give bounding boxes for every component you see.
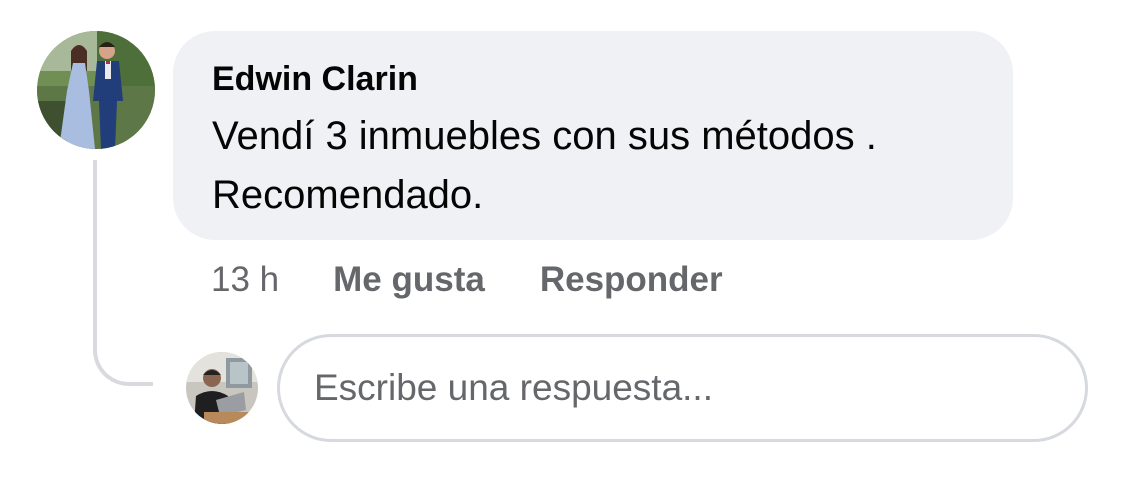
current-user-photo bbox=[186, 352, 258, 424]
comment-bubble: Edwin Clarin Vendí 3 inmuebles con sus m… bbox=[173, 31, 1013, 240]
reply-input-container[interactable] bbox=[277, 334, 1088, 442]
comment-timestamp[interactable]: 13 h bbox=[211, 260, 279, 300]
comment-author-name[interactable]: Edwin Clarin bbox=[212, 59, 975, 99]
comment-text-line: Recomendado. bbox=[212, 173, 484, 217]
reply-button[interactable]: Responder bbox=[540, 260, 723, 300]
comment-text: Vendí 3 inmuebles con sus métodos . Reco… bbox=[212, 107, 975, 225]
comment-actions: 13 h Me gusta Responder bbox=[211, 258, 723, 302]
comment-text-line: Vendí 3 inmuebles con sus métodos . bbox=[212, 114, 877, 158]
like-button[interactable]: Me gusta bbox=[333, 260, 485, 300]
thread-connector bbox=[93, 160, 153, 386]
author-avatar[interactable] bbox=[37, 31, 155, 149]
reply-input[interactable] bbox=[314, 367, 1085, 409]
author-photo bbox=[37, 31, 155, 149]
current-user-avatar bbox=[186, 352, 258, 424]
